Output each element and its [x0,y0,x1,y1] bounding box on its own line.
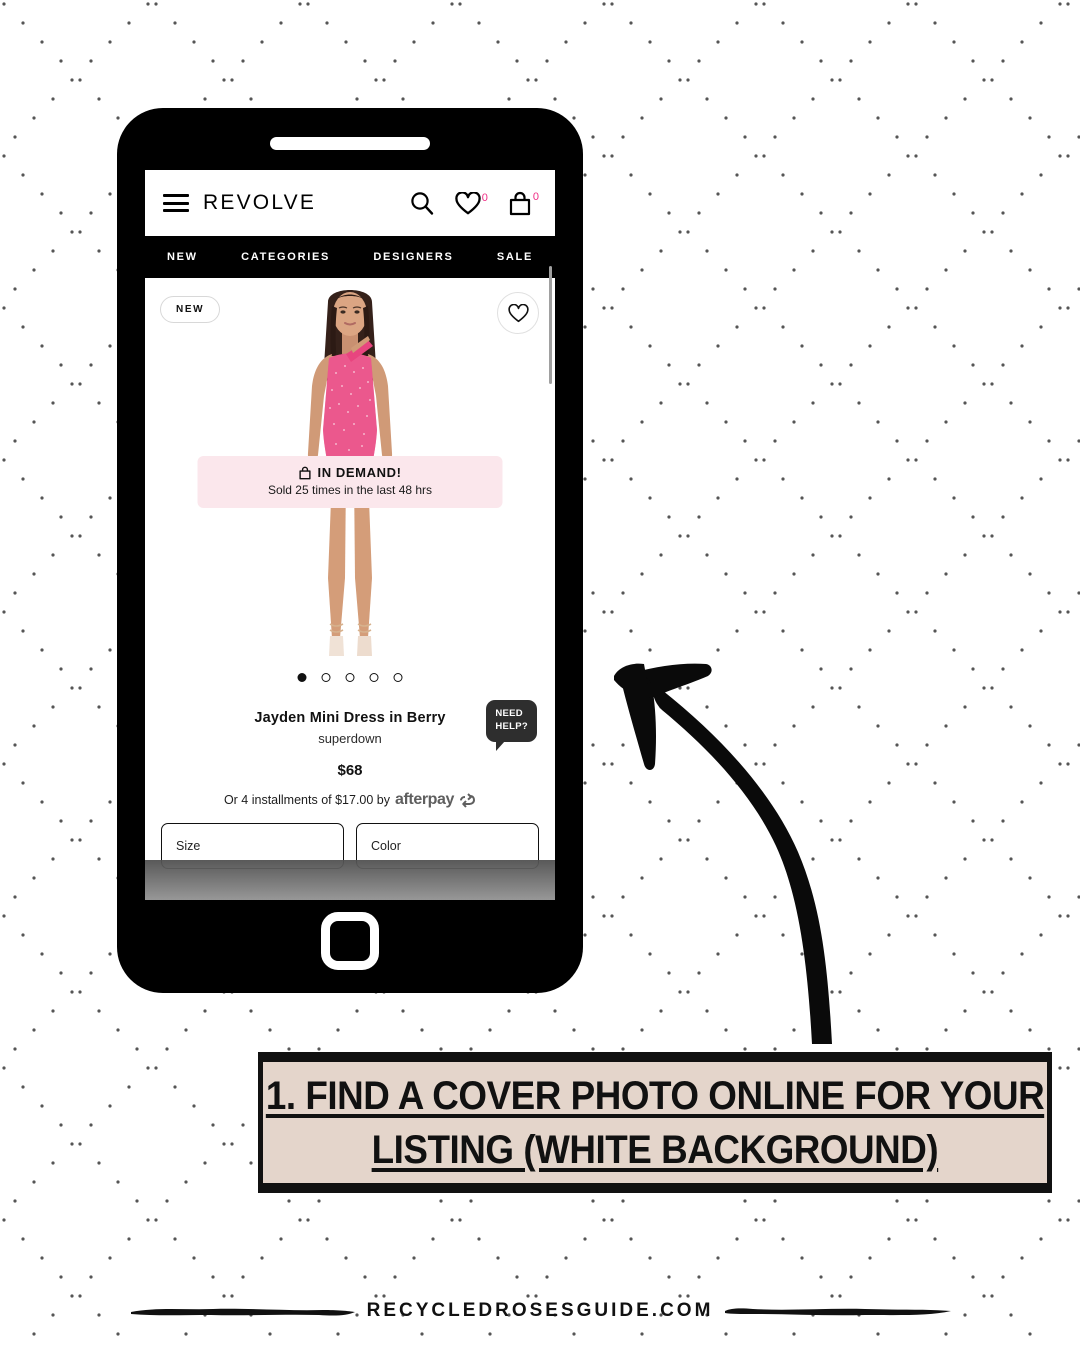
carousel-dot[interactable] [393,673,403,682]
heart-outline-icon [507,303,529,322]
nav-item-designers[interactable]: DESIGNERS [373,251,453,263]
curved-arrow-up-left-icon [614,663,832,1044]
product-info: Jayden Mini Dress in Berry superdown $68… [145,698,555,869]
screen-bottom-fade [145,860,555,900]
footer: RECYCLEDROSESGUIDE.COM [0,1288,1080,1334]
search-icon[interactable] [409,190,435,216]
vertical-scrollbar[interactable] [549,266,552,384]
add-to-wishlist-button[interactable] [497,292,539,334]
brush-stroke-left-icon [130,1308,355,1316]
shopping-bag-icon [299,466,311,479]
nav-item-sale[interactable]: SALE [497,251,533,263]
product-image-carousel[interactable]: NEW IN DEMAND! Sold 25 times in the last… [145,278,555,698]
afterpay-logo: afterpay [395,791,455,808]
wishlist-heart-icon[interactable]: 0 [455,191,488,215]
shopping-bag-icon[interactable]: 0 [508,191,539,216]
carousel-dot[interactable] [297,673,307,682]
in-demand-title-row: IN DEMAND! [198,465,503,480]
carousel-dot[interactable] [369,673,379,682]
phone-screen: REVOLVE 0 0 NEW CATEGORIES DESIGNERS SAL… [145,170,555,900]
in-demand-subtitle: Sold 25 times in the last 48 hrs [267,483,433,497]
brush-stroke-right-icon [725,1308,952,1316]
wishlist-count: 0 [481,191,488,204]
bag-count: 0 [532,190,539,203]
phone-mockup: REVOLVE 0 0 NEW CATEGORIES DESIGNERS SAL… [117,108,583,993]
installments-text: Or 4 installments of $17.00 by [223,793,390,807]
nav-item-categories[interactable]: CATEGORIES [241,251,330,263]
carousel-dot[interactable] [345,673,355,682]
need-help-line1: NEED [495,708,523,719]
category-navbar: NEW CATEGORIES DESIGNERS SALE [145,236,555,278]
afterpay-swirl-icon [460,792,476,808]
speaker-bar [270,137,430,150]
hamburger-menu-icon[interactable] [163,194,189,212]
installments-row: Or 4 installments of $17.00 by afterpay [145,791,555,809]
need-help-line2: HELP? [495,720,528,732]
instruction-caption-box: 1. FIND A COVER PHOTO ONLINE FOR YOUR LI… [258,1052,1052,1193]
new-badge: NEW [160,296,221,323]
need-help-tooltip[interactable]: NEED HELP? [486,700,537,751]
footer-url: RECYCLEDROSESGUIDE.COM [366,1300,714,1321]
caption-line-2: LISTING (WHITE BACKGROUND) [371,1127,939,1172]
carousel-dots [297,673,403,682]
brand-logo: REVOLVE [203,191,317,214]
caption-line-1: 1. FIND A COVER PHOTO ONLINE FOR YOUR [265,1073,1045,1118]
carousel-dot[interactable] [321,673,331,682]
product-price: $68 [337,762,363,779]
in-demand-banner: IN DEMAND! Sold 25 times in the last 48 … [197,456,503,508]
home-button[interactable] [321,912,379,970]
nav-item-new[interactable]: NEW [167,251,198,263]
header-icon-group: 0 0 [409,190,539,216]
app-header: REVOLVE 0 0 [145,170,555,236]
in-demand-title: IN DEMAND! [317,465,402,480]
